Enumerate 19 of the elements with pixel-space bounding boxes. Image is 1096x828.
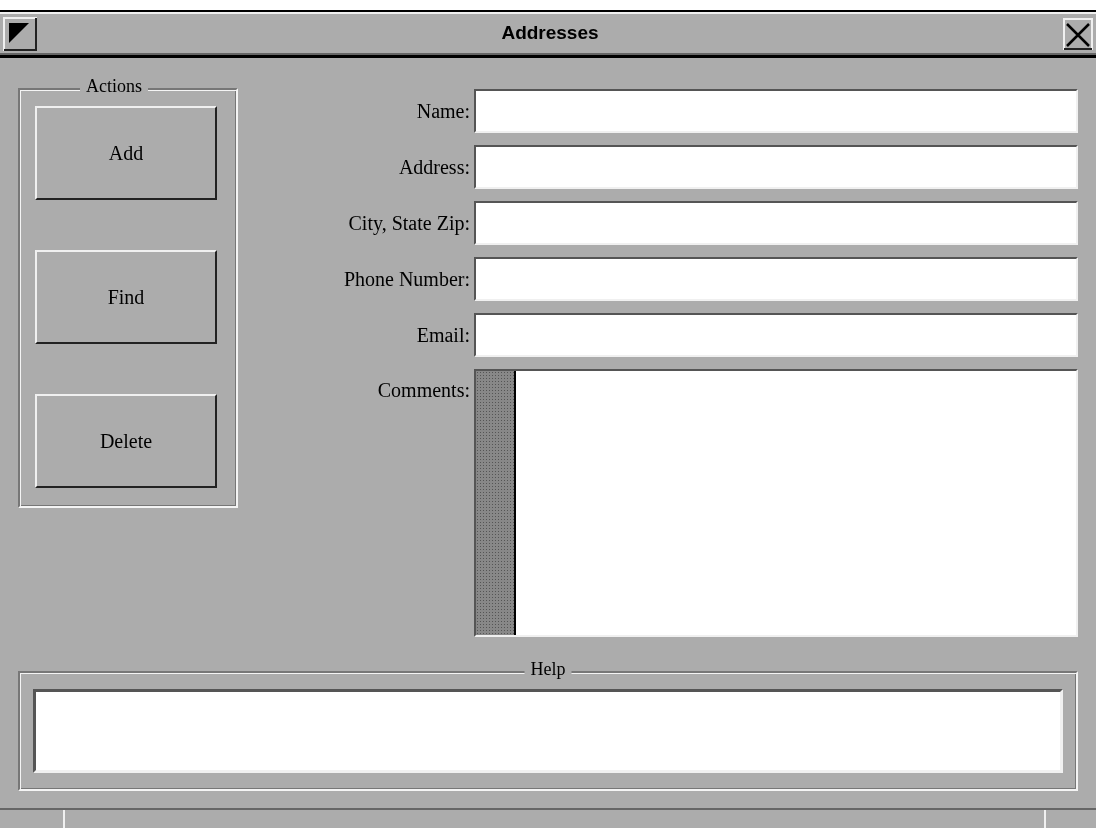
field-label: Address:	[398, 155, 470, 180]
input-field[interactable]	[474, 145, 1078, 189]
comments-field[interactable]	[474, 369, 1078, 637]
input-field[interactable]	[474, 89, 1078, 133]
action-button[interactable]: Add	[35, 106, 217, 200]
field-label: Name:	[416, 99, 470, 124]
field-label: City, State Zip:	[348, 211, 470, 237]
input-field[interactable]	[474, 313, 1078, 357]
close-icon[interactable]	[1063, 17, 1093, 50]
scrollbar[interactable]	[476, 371, 516, 635]
field-label: Comments:	[377, 378, 470, 403]
window-menu-icon[interactable]	[3, 16, 37, 51]
window-title: Addresses	[500, 21, 600, 46]
input-field[interactable]	[474, 201, 1078, 245]
input-field[interactable]	[474, 257, 1078, 301]
action-button[interactable]: Find	[35, 250, 217, 344]
field-label: Email:	[416, 323, 470, 348]
field-label: Phone Number:	[343, 267, 470, 292]
action-button[interactable]: Delete	[35, 394, 217, 488]
